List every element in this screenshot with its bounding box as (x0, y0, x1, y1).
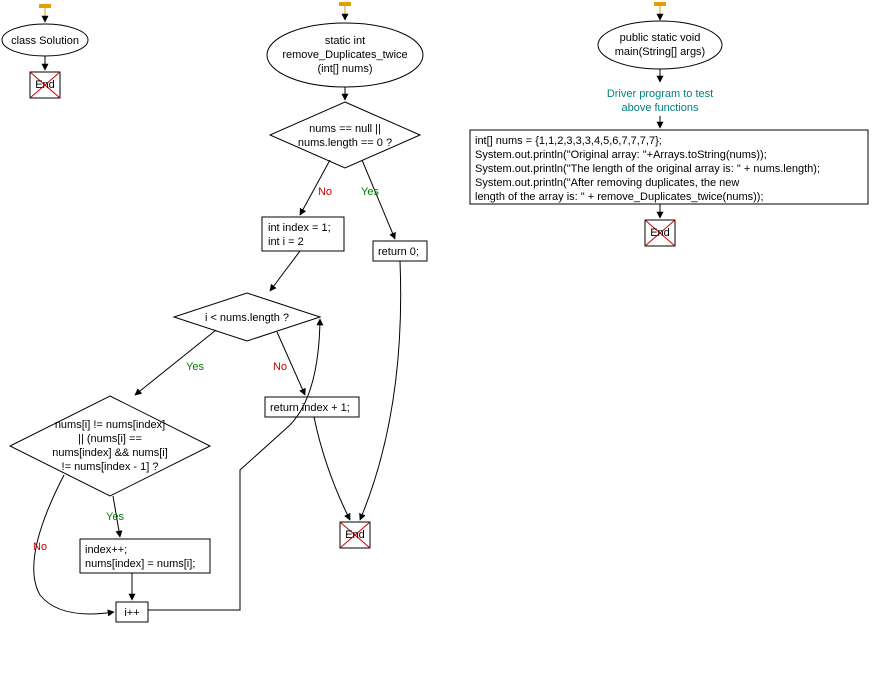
main-l1: public static void (620, 32, 701, 44)
col3: public static void main(String[] args) D… (470, 2, 868, 246)
end-label: End (650, 227, 670, 239)
yes-label: Yes (106, 511, 124, 523)
return0-box: return 0; (373, 241, 427, 261)
col2: static int remove_Duplicates_twice (int[… (10, 2, 427, 622)
body-box: int[] nums = {1,1,2,3,3,3,4,5,6,7,7,7,7}… (470, 130, 868, 204)
func-l2: remove_Duplicates_twice (282, 49, 407, 61)
d3-l3: nums[index] && nums[i] (52, 447, 168, 459)
d3-l1: nums[i] != nums[index] (55, 419, 165, 431)
start-arrow-icon (339, 2, 351, 20)
decision-nullcheck: nums == null || nums.length == 0 ? (270, 102, 420, 168)
comment-l1: Driver program to test (607, 88, 713, 100)
init-l2: int i = 2 (268, 236, 304, 248)
class-oval: class Solution (2, 24, 88, 56)
d1-l2: nums.length == 0 ? (298, 137, 392, 149)
start-arrow-icon (654, 2, 666, 20)
d3-l2: || (nums[i] == (78, 433, 142, 445)
body-l2: System.out.println("Original array: "+Ar… (475, 149, 767, 161)
decision-loop: i < nums.length ? (174, 293, 320, 341)
end-node: End (30, 72, 60, 98)
increment-box: i++ (116, 602, 148, 622)
init-l1: int index = 1; (268, 222, 331, 234)
assign-box: index++; nums[index] = nums[i]; (80, 539, 210, 573)
body-l5: length of the array is: " + remove_Dupli… (475, 191, 764, 203)
func-l1: static int (325, 35, 365, 47)
d1-l1: nums == null || (309, 123, 381, 135)
function-oval: static int remove_Duplicates_twice (int[… (267, 23, 423, 87)
body-l1: int[] nums = {1,1,2,3,3,3,4,5,6,7,7,7,7}… (475, 135, 662, 147)
yes-label: Yes (361, 186, 379, 198)
d2: i < nums.length ? (205, 312, 289, 324)
end-label: End (35, 79, 55, 91)
no-label: No (318, 186, 332, 198)
ret0: return 0; (378, 246, 419, 258)
end-label: End (345, 529, 365, 541)
decision-compare: nums[i] != nums[index] || (nums[i] == nu… (10, 396, 210, 496)
class-label: class Solution (11, 35, 79, 47)
end-node: End (340, 522, 370, 548)
flowchart-canvas: class Solution End static int remove_Dup… (0, 0, 872, 684)
yes-label: Yes (186, 361, 204, 373)
body-l4: System.out.println("After removing dupli… (475, 177, 739, 189)
retidx: return index + 1; (270, 402, 350, 414)
assign-l1: index++; (85, 544, 127, 556)
init-box: int index = 1; int i = 2 (262, 217, 344, 251)
no-label: No (33, 541, 47, 553)
end-node: End (645, 220, 675, 246)
comment-l2: above functions (621, 102, 699, 114)
inc: i++ (124, 607, 139, 619)
d3-l4: != nums[index - 1] ? (62, 461, 159, 473)
start-arrow-icon (39, 4, 51, 22)
body-l3: System.out.println("The length of the or… (475, 163, 820, 175)
no-label: No (273, 361, 287, 373)
main-l2: main(String[] args) (615, 46, 705, 58)
main-oval: public static void main(String[] args) (598, 21, 722, 69)
return-index-box: return index + 1; (265, 397, 359, 417)
assign-l2: nums[index] = nums[i]; (85, 558, 195, 570)
func-l3: (int[] nums) (317, 63, 372, 75)
col1: class Solution End (2, 4, 88, 98)
